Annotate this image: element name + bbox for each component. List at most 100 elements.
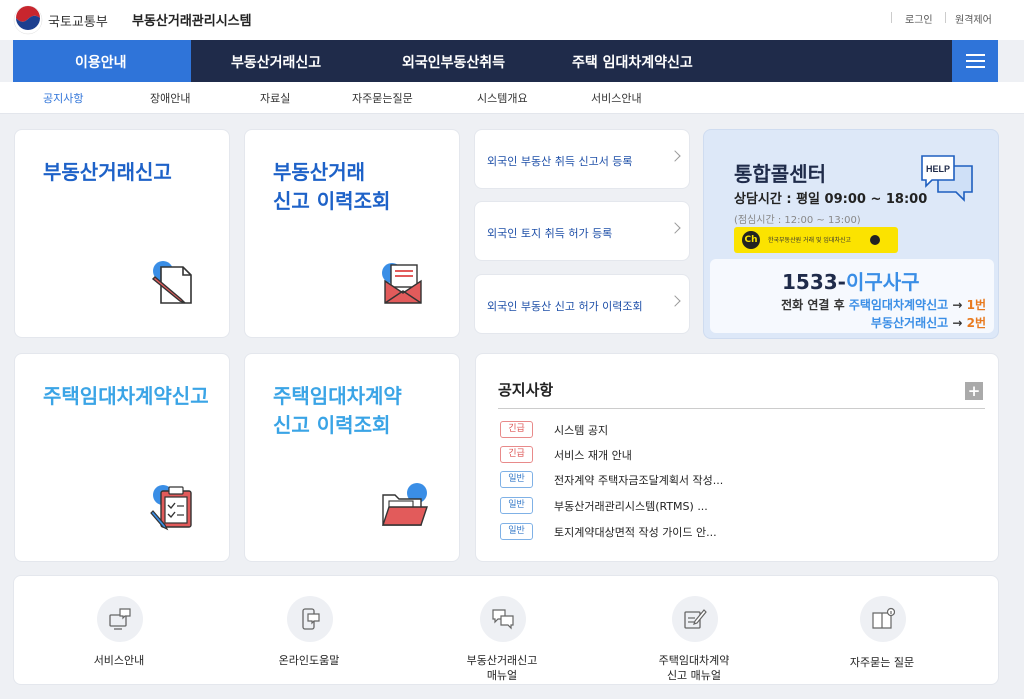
link-foreign-land-permit[interactable]: 외국인 토지 취득 허가 등록 <box>474 201 690 261</box>
pen-note-icon <box>672 596 718 642</box>
quick-item-real-estate-manual[interactable]: 부동산거래신고 매뉴얼 <box>407 576 597 686</box>
remote-support-link[interactable]: 원격제어 <box>955 11 992 26</box>
arrow-right-icon <box>870 235 880 245</box>
callcenter-panel: 통합콜센터 상담시간 : 평일 09:00 ~ 18:00 (점심시간 : 12… <box>703 129 999 339</box>
hamburger-icon <box>966 66 985 68</box>
line-number: 1번 <box>966 298 986 312</box>
quick-item-rental-manual[interactable]: 주택임대차계약 신고 매뉴얼 <box>599 576 789 686</box>
label-line: 부동산거래신고 <box>466 654 538 667</box>
line-prefix: 전화 연결 후 <box>781 298 849 312</box>
quick-item-label: 서비스안내 <box>93 654 145 667</box>
notice-board: 공지사항 + 긴급 시스템 공지 긴급 서비스 재개 안내 일반 전자계약 주택… <box>475 353 999 562</box>
chevron-right-icon <box>669 150 681 162</box>
kakao-channel-label: 한국부동산원 거래 및 임대차신고 <box>768 237 852 244</box>
label-line: 매뉴얼 <box>486 669 518 682</box>
card-title-line: 주택임대차계약 <box>273 384 402 408</box>
top-bar: 국토교통부 부동산거래관리시스템 로그인 원격제어 <box>0 0 1024 40</box>
link-label: 외국인 토지 취득 허가 등록 <box>487 227 613 240</box>
quick-item-label: 자주묻는 질문 <box>849 656 915 669</box>
quick-item-label: 온라인도움말 <box>278 654 340 667</box>
link-label: 외국인 부동산 신고 허가 이력조회 <box>487 300 643 313</box>
system-name[interactable]: 부동산거래관리시스템 <box>132 10 252 29</box>
label-line: 주택임대차계약 <box>658 654 730 667</box>
line-target: 주택임대차계약신고 <box>848 298 949 312</box>
help-speech-icon: HELP <box>921 155 973 202</box>
nav-item-rental-report[interactable]: 주택 임대차계약신고 <box>572 52 693 72</box>
plus-icon[interactable]: + <box>965 382 983 400</box>
callcenter-phone[interactable]: 1533-이구사구 <box>782 266 920 295</box>
label-line: 신고 매뉴얼 <box>666 669 722 682</box>
mail-icon <box>382 263 422 304</box>
callcenter-hours: 상담시간 : 평일 09:00 ~ 18:00 <box>734 192 928 207</box>
card-title-line: 신고 이력조회 <box>273 413 391 437</box>
subnav-item-overview[interactable]: 시스템개요 <box>477 90 528 106</box>
card-rental-history[interactable]: 주택임대차계약 신고 이력조회 <box>244 353 460 562</box>
subnav-item-archive[interactable]: 자료실 <box>260 90 290 106</box>
quick-item-online-help[interactable]: 온라인도움말 <box>214 576 404 686</box>
line-target: 부동산거래신고 <box>870 316 949 330</box>
badge-normal: 일반 <box>500 497 533 514</box>
login-link[interactable]: 로그인 <box>905 11 933 26</box>
quick-item-service-guide[interactable]: 서비스안내 <box>24 576 214 686</box>
card-title: 주택임대차계약 신고 이력조회 <box>273 382 402 440</box>
badge-urgent: 긴급 <box>500 446 533 463</box>
quick-item-label: 주택임대차계약 신고 매뉴얼 <box>599 653 789 683</box>
pen-document-icon <box>151 261 192 304</box>
nav-item-foreign-acquisition[interactable]: 외국인부동산취득 <box>402 52 505 72</box>
monitor-chat-icon <box>97 596 143 642</box>
phone-word: 이구사구 <box>845 270 920 294</box>
notice-text: 서비스 재개 안내 <box>554 449 632 462</box>
nav-item-guide[interactable]: 이용안내 <box>75 52 127 72</box>
notice-text: 부동산거래관리시스템(RTMS) ... <box>554 500 708 513</box>
help-label: HELP <box>926 164 950 174</box>
quick-item-label: 부동산거래신고 매뉴얼 <box>407 653 597 683</box>
phone-number: 1533- <box>782 270 846 294</box>
link-label: 외국인 부동산 취득 신고서 등록 <box>487 155 633 168</box>
line-number: 2번 <box>966 316 986 330</box>
callcenter-lunch: (점심시간 : 12:00 ~ 13:00) <box>734 215 861 226</box>
notice-text: 전자계약 주택자금조달계획서 작성... <box>554 474 724 487</box>
quick-item-faq[interactable]: 자주묻는 질문 <box>787 576 977 686</box>
divider <box>498 408 985 409</box>
main-nav: 이용안내 부동산거래신고 외국인부동산취득 주택 임대차계약신고 <box>13 40 998 82</box>
arrow-right-icon: → <box>948 298 967 312</box>
divider <box>945 12 946 23</box>
card-title: 부동산거래 신고 이력조회 <box>273 158 390 216</box>
sub-nav: 공지사항 장애안내 자료실 자주묻는질문 시스템개요 서비스안내 <box>0 82 1024 114</box>
kakao-channel-icon: Ch <box>742 231 760 249</box>
nav-item-real-estate-report[interactable]: 부동산거래신고 <box>231 52 321 72</box>
card-title: 주택임대차계약신고 <box>43 384 209 408</box>
divider <box>891 12 892 23</box>
callcenter-phone-box: 1533-이구사구 전화 연결 후 주택임대차계약신고 → 1번 부동산거래신고… <box>710 259 994 333</box>
chevron-right-icon <box>669 295 681 307</box>
card-real-estate-report[interactable]: 부동산거래신고 <box>14 129 230 338</box>
arrow-right-icon: → <box>948 316 967 330</box>
card-title-line: 신고 이력조회 <box>273 189 391 213</box>
ministry-name[interactable]: 국토교통부 <box>48 11 108 30</box>
card-title: 부동산거래신고 <box>43 160 172 184</box>
chevron-right-icon <box>669 222 681 234</box>
link-foreign-acquisition-register[interactable]: 외국인 부동산 취득 신고서 등록 <box>474 129 690 189</box>
phone-chat-icon <box>287 596 333 642</box>
callcenter-title: 통합콜센터 <box>734 162 826 186</box>
government-emblem-icon[interactable] <box>13 5 43 35</box>
subnav-item-outage[interactable]: 장애안내 <box>150 90 190 106</box>
quick-menu: 서비스안내 온라인도움말 부동산거래신고 매뉴얼 주택임대차계약 신고 매뉴얼 … <box>13 575 999 685</box>
subnav-item-notice[interactable]: 공지사항 <box>43 90 83 106</box>
link-foreign-history[interactable]: 외국인 부동산 신고 허가 이력조회 <box>474 274 690 334</box>
badge-normal: 일반 <box>500 471 533 488</box>
speech-bubbles-icon <box>480 596 526 642</box>
card-title-line: 부동산거래 <box>273 160 365 184</box>
book-info-icon <box>860 596 906 642</box>
subnav-item-service-guide[interactable]: 서비스안내 <box>591 90 642 106</box>
hamburger-icon <box>966 54 985 56</box>
folder-icon <box>382 483 428 526</box>
subnav-item-faq[interactable]: 자주묻는질문 <box>352 90 413 106</box>
badge-urgent: 긴급 <box>500 421 533 438</box>
menu-button[interactable] <box>952 40 998 82</box>
kakao-channel-button[interactable]: Ch 한국부동산원 거래 및 임대차신고 <box>734 227 898 253</box>
callcenter-line-1: 전화 연결 후 주택임대차계약신고 → 1번 <box>781 296 986 313</box>
card-real-estate-history[interactable]: 부동산거래 신고 이력조회 <box>244 129 460 338</box>
card-rental-report[interactable]: 주택임대차계약신고 <box>14 353 230 562</box>
badge-normal: 일반 <box>500 523 533 540</box>
